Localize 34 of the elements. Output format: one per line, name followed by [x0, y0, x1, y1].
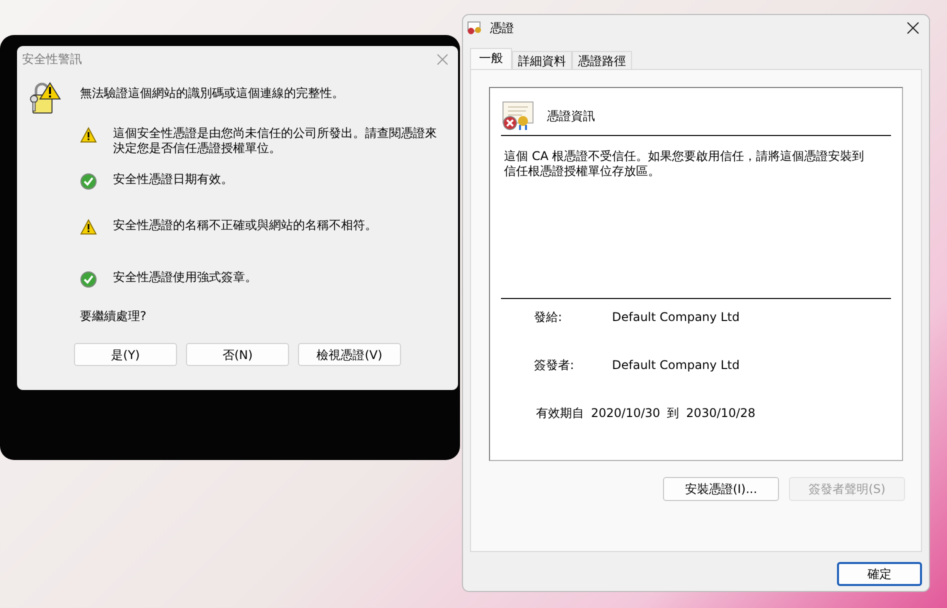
section-heading: 憑證資訊: [547, 108, 595, 125]
window-title: 憑證: [490, 20, 514, 37]
alert-headline: 無法驗證這個網站的識別碼或這個連線的完整性。: [80, 85, 344, 102]
check-icon: [80, 173, 97, 190]
warning-icon: [80, 219, 97, 235]
validity-date: 2030/10/28: [686, 405, 756, 422]
certificate-error-icon: [502, 101, 534, 131]
certificate-button[interactable]: 安裝憑證(I)...: [663, 477, 779, 501]
trust-description: 這個 CA 根憑證不受信任。如果您要啟用信任，請將這個憑證安裝到信任根憑證授權單位存放區。: [504, 149, 866, 179]
warning-icon: [80, 127, 97, 143]
lock-warning-icon: [28, 82, 61, 114]
tab[interactable]: 一般: [470, 48, 512, 69]
field-label: 發給:: [534, 309, 564, 326]
check-result-text: 安全性憑證使用強式簽章。: [113, 270, 257, 285]
dialog-button[interactable]: 是(Y): [74, 343, 177, 366]
ok-button[interactable]: 確定: [837, 562, 922, 586]
certificate-icon: [467, 21, 483, 35]
dialog-button[interactable]: 否(N): [186, 343, 289, 366]
close-icon[interactable]: [907, 22, 919, 34]
field-value: Default Company Ltd: [612, 357, 740, 374]
check-result-text: 這個安全性憑證是由您尚未信任的公司所發出。請查閱憑證來決定您是否信任憑證授權單位。: [113, 126, 438, 156]
window-title: 安全性警訊: [22, 51, 82, 68]
check-icon: [80, 271, 97, 288]
tab[interactable]: 詳細資料: [512, 51, 572, 69]
field-value: Default Company Ltd: [612, 309, 740, 326]
validity-date: 2020/10/30: [591, 405, 660, 422]
check-result-text: 安全性憑證日期有效。: [113, 172, 233, 187]
continue-question: 要繼續處理?: [80, 308, 148, 325]
validity-label: 有效期自: [536, 405, 584, 422]
tab[interactable]: 憑證路徑: [572, 51, 632, 69]
dialog-button[interactable]: 檢視憑證(V): [298, 343, 401, 366]
field-label: 簽發者:: [534, 357, 576, 374]
validity-separator: 到: [667, 405, 680, 422]
check-result-text: 安全性憑證的名稱不正確或與網站的名稱不相符。: [113, 218, 377, 233]
